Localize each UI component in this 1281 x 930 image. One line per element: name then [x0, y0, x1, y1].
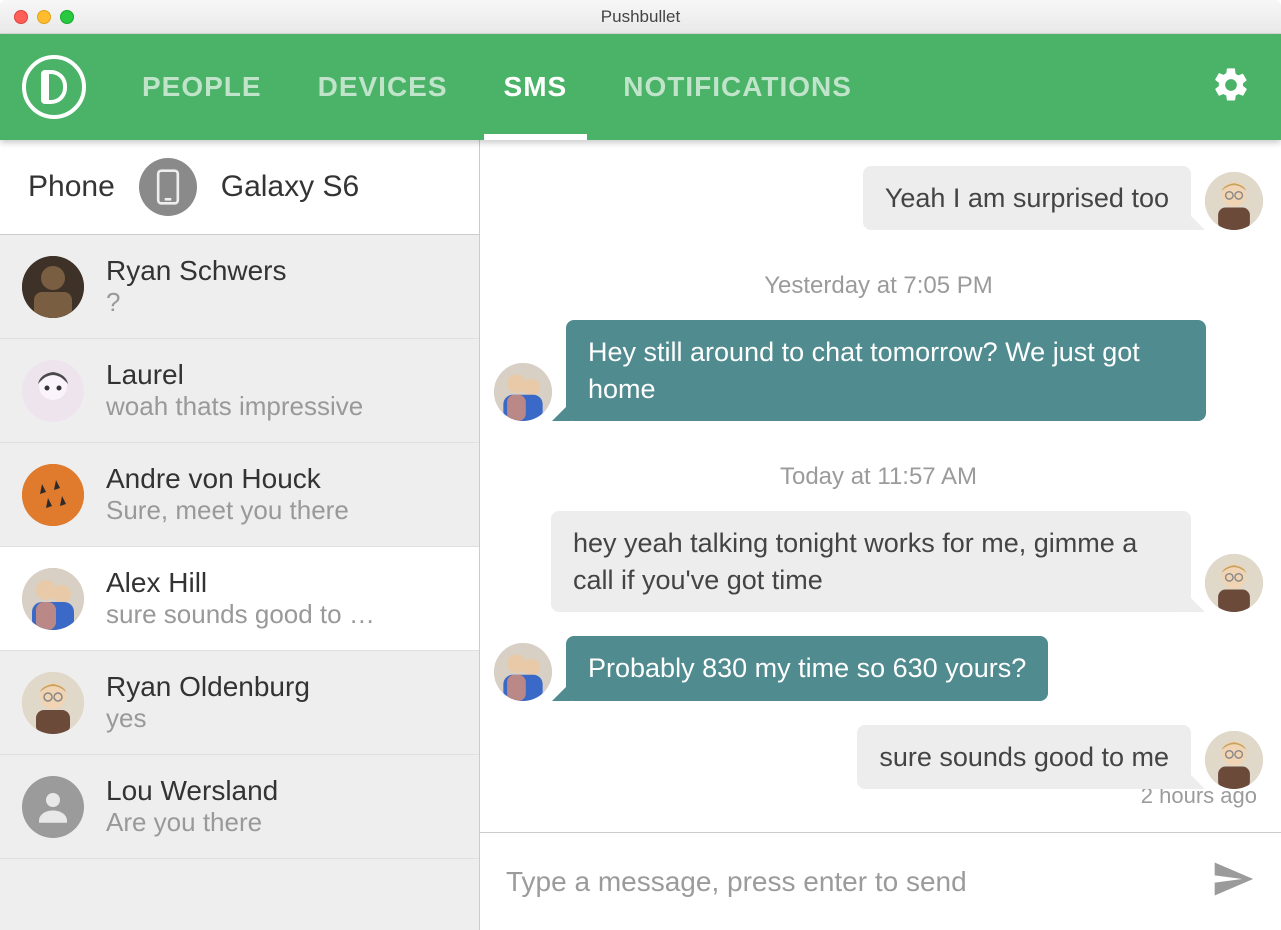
conversation-name: Andre von Houck	[106, 463, 349, 495]
conversation-name: Ryan Oldenburg	[106, 671, 310, 703]
app-header: PEOPLE DEVICES SMS NOTIFICATIONS	[0, 34, 1281, 140]
avatar	[22, 256, 84, 318]
avatar	[22, 568, 84, 630]
conversation-sidebar: Phone Galaxy S6 Ryan Schwers ?	[0, 140, 480, 930]
conversation-preview: Sure, meet you there	[106, 495, 349, 526]
avatar	[1205, 731, 1263, 789]
compose-bar	[480, 832, 1281, 930]
window-controls	[0, 10, 74, 24]
phone-icon	[156, 169, 180, 205]
chat-pane: Yeah I am surprised too Yesterday at 7:0…	[480, 140, 1281, 930]
conversation-item[interactable]: Ryan Schwers ?	[0, 235, 479, 339]
message-row-incoming: Probably 830 my time so 630 yours?	[494, 636, 1263, 700]
avatar	[494, 363, 552, 421]
avatar	[1205, 172, 1263, 230]
settings-button[interactable]	[1211, 65, 1251, 110]
nav-tabs: PEOPLE DEVICES SMS NOTIFICATIONS	[142, 34, 852, 140]
message-bubble: Yeah I am surprised too	[863, 166, 1191, 230]
device-name: Galaxy S6	[221, 170, 359, 204]
conversation-name: Laurel	[106, 359, 363, 391]
maximize-window-button[interactable]	[60, 10, 74, 24]
send-icon	[1211, 857, 1255, 901]
avatar	[22, 672, 84, 734]
message-row-outgoing: sure sounds good to me	[494, 725, 1263, 789]
app-logo[interactable]	[22, 55, 86, 119]
pushbullet-icon	[41, 70, 67, 104]
message-bubble: hey yeah talking tonight works for me, g…	[551, 511, 1191, 612]
device-icon-chip	[139, 158, 197, 216]
conversation-preview: sure sounds good to …	[106, 599, 375, 630]
message-bubble: Probably 830 my time so 630 yours?	[566, 636, 1048, 700]
avatar	[22, 360, 84, 422]
conversation-preview: yes	[106, 703, 310, 734]
avatar	[22, 776, 84, 838]
avatar	[22, 464, 84, 526]
avatar	[494, 643, 552, 701]
close-window-button[interactable]	[14, 10, 28, 24]
time-divider: Today at 11:57 AM	[494, 463, 1263, 491]
conversation-name: Ryan Schwers	[106, 255, 287, 287]
window-title: Pushbullet	[0, 7, 1281, 27]
time-divider: Yesterday at 7:05 PM	[494, 272, 1263, 300]
gear-icon	[1211, 65, 1251, 105]
titlebar: Pushbullet	[0, 0, 1281, 34]
minimize-window-button[interactable]	[37, 10, 51, 24]
conversation-item[interactable]: Ryan Oldenburg yes	[0, 651, 479, 755]
conversation-preview: Are you there	[106, 807, 278, 838]
phone-selector[interactable]: Phone Galaxy S6	[0, 140, 479, 235]
main-content: Phone Galaxy S6 Ryan Schwers ?	[0, 140, 1281, 930]
message-bubble: sure sounds good to me	[857, 725, 1191, 789]
send-button[interactable]	[1211, 857, 1255, 906]
tab-people[interactable]: PEOPLE	[142, 34, 262, 140]
message-row-outgoing: hey yeah talking tonight works for me, g…	[494, 511, 1263, 612]
conversation-name: Alex Hill	[106, 567, 375, 599]
message-row-incoming: Hey still around to chat tomorrow? We ju…	[494, 320, 1263, 421]
person-icon	[32, 786, 74, 828]
conversation-item[interactable]: Alex Hill sure sounds good to …	[0, 547, 479, 651]
tab-devices[interactable]: DEVICES	[318, 34, 448, 140]
conversation-item[interactable]: Lou Wersland Are you there	[0, 755, 479, 859]
conversation-item[interactable]: Laurel woah thats impressive	[0, 339, 479, 443]
message-row-outgoing: Yeah I am surprised too	[494, 166, 1263, 230]
message-bubble: Hey still around to chat tomorrow? We ju…	[566, 320, 1206, 421]
phone-label: Phone	[28, 170, 115, 204]
conversation-name: Lou Wersland	[106, 775, 278, 807]
avatar	[1205, 554, 1263, 612]
conversation-preview: ?	[106, 287, 287, 318]
message-input[interactable]	[506, 866, 1193, 898]
tab-sms[interactable]: SMS	[504, 34, 568, 140]
conversation-list[interactable]: Ryan Schwers ? Laurel woah thats impress…	[0, 235, 479, 930]
tab-notifications[interactable]: NOTIFICATIONS	[623, 34, 852, 140]
conversation-preview: woah thats impressive	[106, 391, 363, 422]
conversation-item[interactable]: Andre von Houck Sure, meet you there	[0, 443, 479, 547]
message-list[interactable]: Yeah I am surprised too Yesterday at 7:0…	[480, 140, 1281, 832]
